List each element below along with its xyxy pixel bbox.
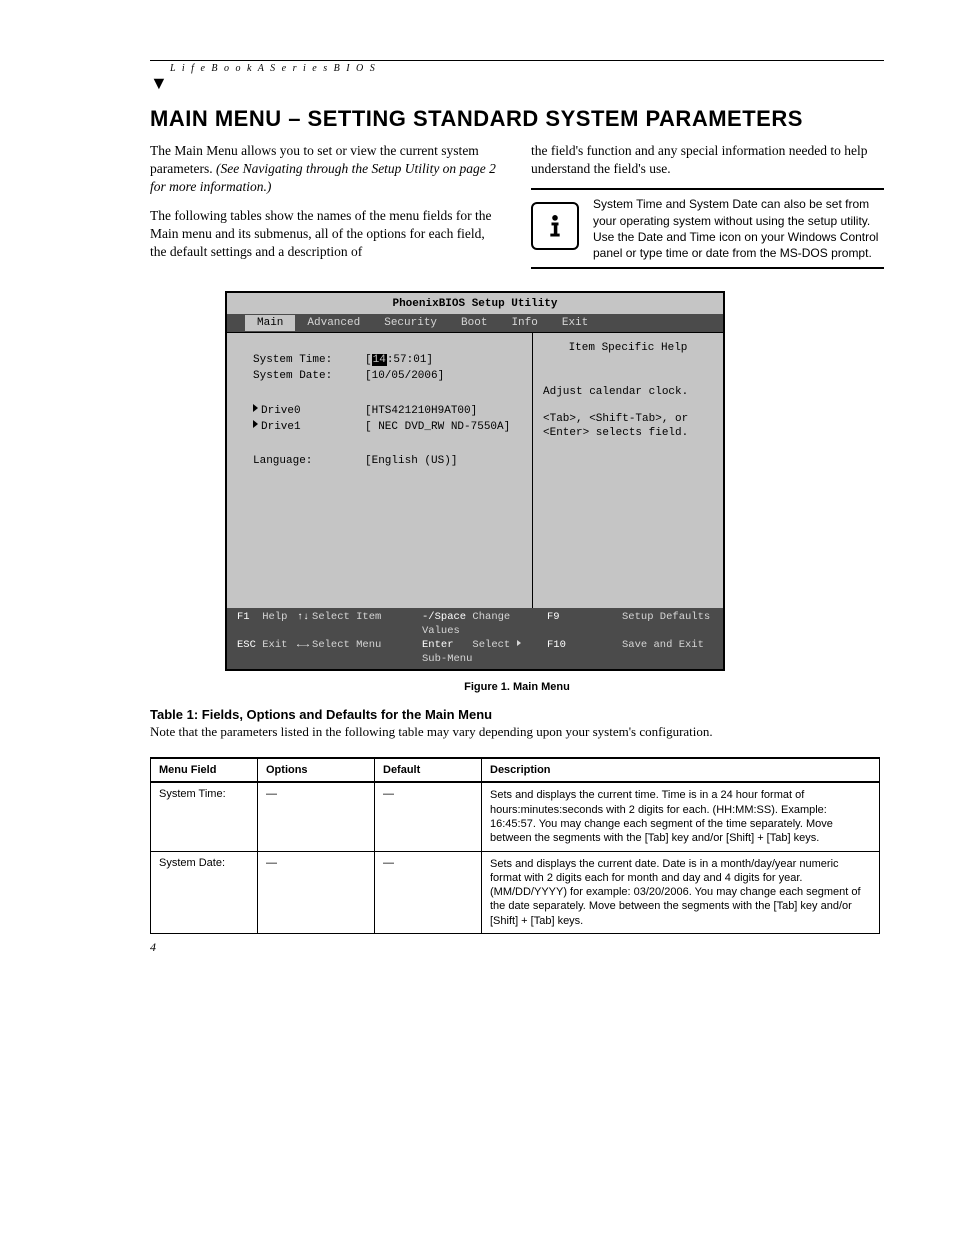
page-title: MAIN MENU – SETTING STANDARD SYSTEM PARA… <box>150 106 884 132</box>
th-default: Default <box>375 758 482 782</box>
bios-tab-security[interactable]: Security <box>372 315 449 331</box>
cell-default: — <box>375 851 482 933</box>
table-title: Table 1: Fields, Options and Defaults fo… <box>150 707 884 722</box>
bios-main-pane: System Time: [14:57:01] System Date: [10… <box>227 333 533 608</box>
bios-tabs: Main Advanced Security Boot Info Exit <box>227 314 723 332</box>
th-options: Options <box>258 758 375 782</box>
chevron-icon: ▼ <box>150 78 884 88</box>
bios-tab-main[interactable]: Main <box>245 315 295 331</box>
table-note: Note that the parameters listed in the f… <box>150 724 884 741</box>
bios-screenshot: PhoenixBIOS Setup Utility Main Advanced … <box>225 291 725 671</box>
th-menu-field: Menu Field <box>151 758 258 782</box>
fields-table: Menu Field Options Default Description S… <box>150 757 880 934</box>
triangle-icon <box>253 404 258 412</box>
note-box: System Time and System Date can also be … <box>531 188 884 269</box>
bios-help-pane: Item Specific Help Adjust calendar clock… <box>533 333 723 608</box>
bios-time-value[interactable]: [14:57:01] <box>365 353 433 367</box>
cell-desc: Sets and displays the current date. Date… <box>482 851 880 933</box>
triangle-icon <box>253 420 258 428</box>
cell-field: System Date: <box>151 851 258 933</box>
intro-p3: the field's function and any special inf… <box>531 142 884 178</box>
intro-p2: The following tables show the names of t… <box>150 207 503 262</box>
bios-help-l2: <Tab>, <Shift-Tab>, or <box>543 412 713 426</box>
bios-lang-value[interactable]: [English (US)] <box>365 454 457 468</box>
bios-drive0-value: [HTS421210H9AT00] <box>365 404 477 418</box>
page-number: 4 <box>150 940 884 955</box>
note-text: System Time and System Date can also be … <box>593 196 884 261</box>
bios-drive1-value: [ NEC DVD_RW ND-7550A] <box>365 420 510 434</box>
bios-help-l3: <Enter> selects field. <box>543 426 713 440</box>
running-header: L i f e B o o k A S e r i e s B I O S <box>170 63 884 74</box>
table-row: System Date: — — Sets and displays the c… <box>151 851 880 933</box>
bios-tab-advanced[interactable]: Advanced <box>295 315 372 331</box>
bios-date-label: System Date: <box>245 369 365 383</box>
bios-date-value[interactable]: [10/05/2006] <box>365 369 444 383</box>
cell-field: System Time: <box>151 782 258 851</box>
info-icon <box>531 202 579 250</box>
bios-title: PhoenixBIOS Setup Utility <box>227 293 723 313</box>
bios-tab-info[interactable]: Info <box>499 315 549 331</box>
bios-tab-boot[interactable]: Boot <box>449 315 499 331</box>
figure-caption: Figure 1. Main Menu <box>150 681 884 693</box>
th-description: Description <box>482 758 880 782</box>
cell-desc: Sets and displays the current time. Time… <box>482 782 880 851</box>
cell-options: — <box>258 851 375 933</box>
top-rule <box>150 60 884 61</box>
bios-tab-exit[interactable]: Exit <box>550 315 600 331</box>
bios-drive0-label[interactable]: Drive0 <box>245 404 365 418</box>
table-row: System Time: — — Sets and displays the c… <box>151 782 880 851</box>
bios-lang-label: Language: <box>245 454 365 468</box>
cell-options: — <box>258 782 375 851</box>
intro-col-right: the field's function and any special inf… <box>531 142 884 271</box>
intro-col-left: The Main Menu allows you to set or view … <box>150 142 503 271</box>
bios-time-label: System Time: <box>245 353 365 367</box>
cell-default: — <box>375 782 482 851</box>
bios-help-l1: Adjust calendar clock. <box>543 385 713 399</box>
bios-help-title: Item Specific Help <box>543 341 713 355</box>
bios-footer: F1 Help Select Item -/Space Change Value… <box>227 608 723 670</box>
bios-drive1-label[interactable]: Drive1 <box>245 420 365 434</box>
